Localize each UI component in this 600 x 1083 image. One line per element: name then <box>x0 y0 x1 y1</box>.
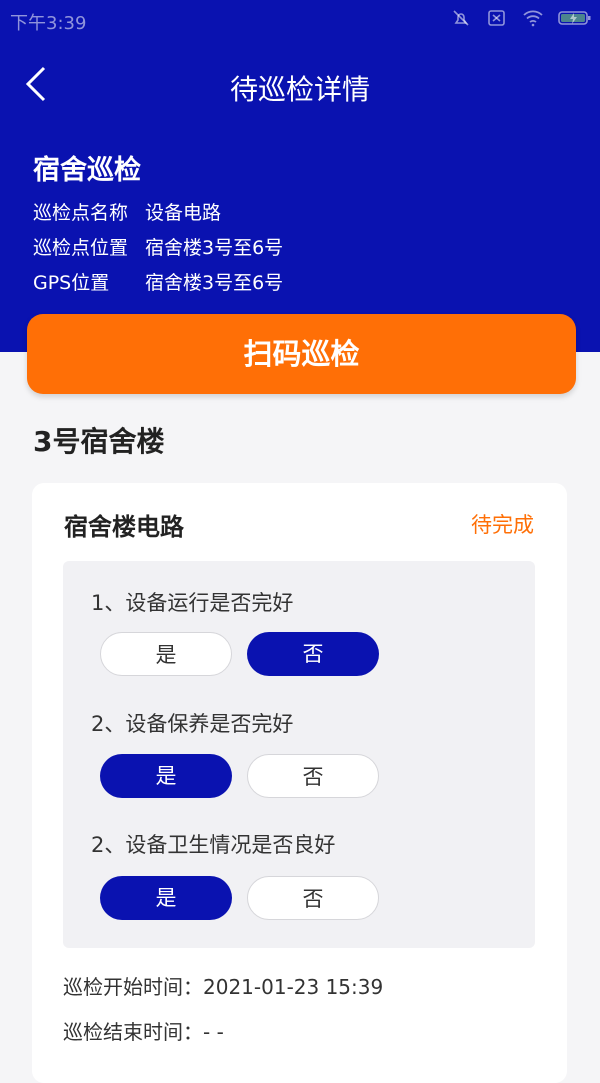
q1-no-option[interactable]: 否 <box>247 632 379 676</box>
info-value: 宿舍楼3号至6号 <box>145 237 284 259</box>
question-3: 2、设备卫生情况是否良好 <box>91 833 336 857</box>
inspection-card: 宿舍楼电路 待完成 1、设备运行是否完好 是 否 2、设备保养是否完好 是 否 … <box>32 483 567 1083</box>
info-label: 巡检点位置 <box>33 237 129 259</box>
building-title: 3号宿舍楼 <box>33 425 165 458</box>
info-value: 宿舍楼3号至6号 <box>145 272 284 294</box>
question-1: 1、设备运行是否完好 <box>91 591 294 615</box>
scan-inspect-button[interactable]: 扫码巡检 <box>27 314 576 394</box>
mute-icon <box>453 10 469 26</box>
q3-yes-option[interactable]: 是 <box>100 876 232 920</box>
wifi-icon <box>523 10 543 27</box>
end-time: 巡检结束时间：- - <box>63 1020 224 1044</box>
nav-bar: 待巡检详情 <box>0 50 600 120</box>
info-value: 设备电路 <box>145 202 222 224</box>
status-time: 下午3:39 <box>10 13 87 34</box>
start-time: 巡检开始时间：2021-01-23 15:39 <box>63 975 384 999</box>
info-row-name: 巡检点名称 设备电路 <box>33 198 221 225</box>
info-label: GPS位置 <box>33 272 110 294</box>
page-title: 待巡检详情 <box>229 73 370 106</box>
info-row-gps: GPS位置 宿舍楼3号至6号 <box>33 268 283 295</box>
info-label: 巡检点名称 <box>33 202 129 224</box>
status-badge: 待完成 <box>471 513 534 537</box>
battery-charging-icon <box>558 11 591 25</box>
status-icons <box>450 9 592 27</box>
status-bar: 下午3:39 <box>0 0 600 40</box>
no-sim-icon <box>488 10 505 26</box>
q3-no-option[interactable]: 否 <box>247 876 379 920</box>
site-name: 宿舍巡检 <box>33 155 141 186</box>
q2-no-option[interactable]: 否 <box>247 754 379 798</box>
q2-yes-option[interactable]: 是 <box>100 754 232 798</box>
question-panel: 1、设备运行是否完好 是 否 2、设备保养是否完好 是 否 2、设备卫生情况是否… <box>63 561 535 948</box>
card-title: 宿舍楼电路 <box>64 513 184 541</box>
q1-yes-option[interactable]: 是 <box>100 632 232 676</box>
info-row-location: 巡检点位置 宿舍楼3号至6号 <box>33 233 283 260</box>
question-2: 2、设备保养是否完好 <box>91 712 294 736</box>
